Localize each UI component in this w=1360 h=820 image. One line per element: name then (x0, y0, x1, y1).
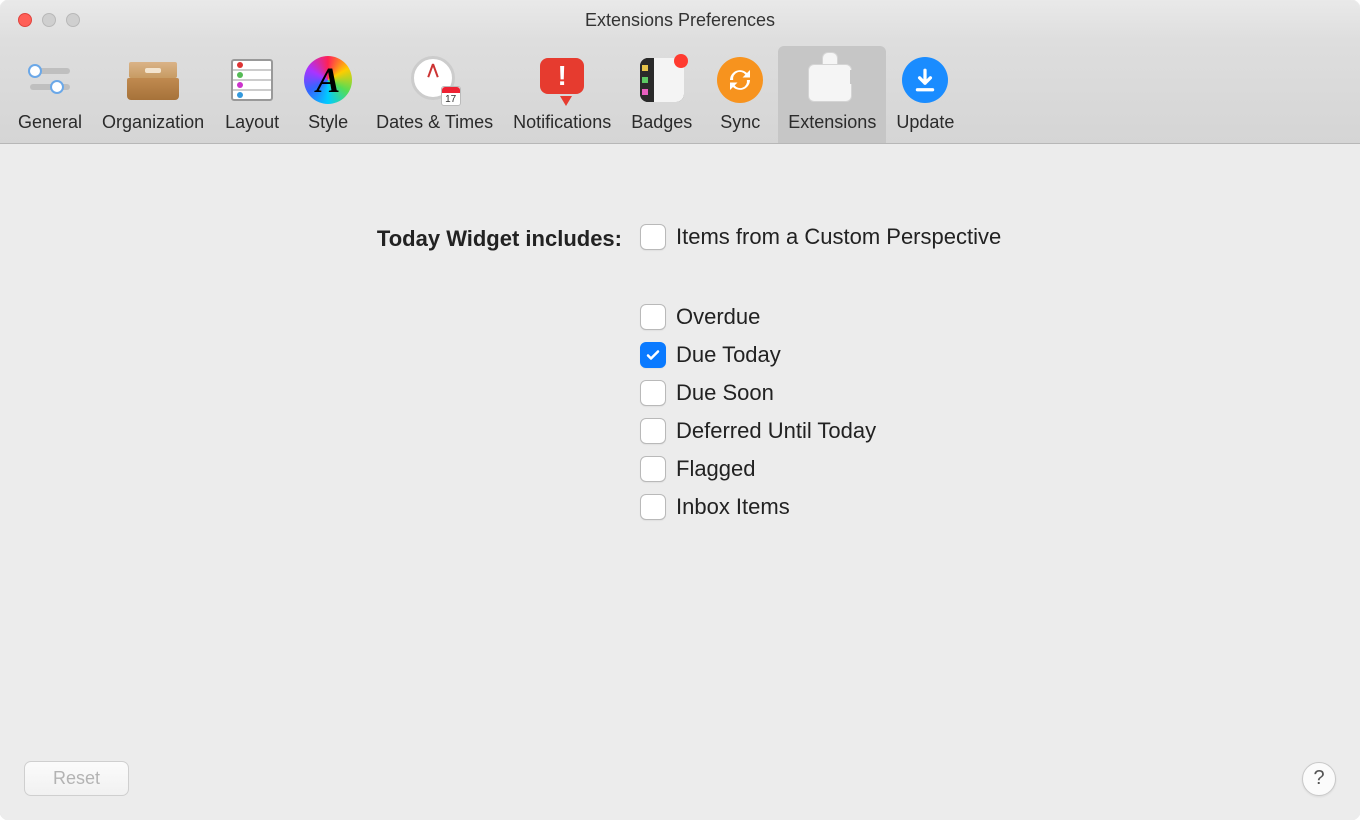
puzzle-piece-icon (804, 52, 860, 108)
option-overdue[interactable]: Overdue (640, 304, 1001, 330)
option-due-today[interactable]: Due Today (640, 342, 1001, 368)
checkbox-overdue[interactable] (640, 304, 666, 330)
preferences-toolbar: General Organization Layout A S (0, 40, 1360, 144)
tab-label: Notifications (513, 112, 611, 133)
tab-label: Layout (225, 112, 279, 133)
tab-label: Update (896, 112, 954, 133)
tab-sync[interactable]: Sync (702, 46, 778, 143)
cal-day: 17 (442, 93, 460, 105)
tab-organization[interactable]: Organization (92, 46, 214, 143)
option-label: Inbox Items (676, 494, 790, 520)
tab-label: Extensions (788, 112, 876, 133)
tab-layout[interactable]: Layout (214, 46, 290, 143)
checkbox-due-today[interactable] (640, 342, 666, 368)
alert-bubble-icon: ! (534, 52, 590, 108)
checkbox-deferred-until-today[interactable] (640, 418, 666, 444)
option-label: Due Today (676, 342, 781, 368)
preferences-window: Extensions Preferences General Organizat… (0, 0, 1360, 820)
tab-label: Organization (102, 112, 204, 133)
tab-label: Style (308, 112, 348, 133)
option-due-soon[interactable]: Due Soon (640, 380, 1001, 406)
option-label: Flagged (676, 456, 756, 482)
tab-label: Dates & Times (376, 112, 493, 133)
today-widget-label: Today Widget includes: (40, 224, 640, 520)
reset-button[interactable]: Reset (24, 761, 129, 796)
checkbox-due-soon[interactable] (640, 380, 666, 406)
titlebar: Extensions Preferences (0, 0, 1360, 40)
option-label: Overdue (676, 304, 760, 330)
checkbox-inbox-items[interactable] (640, 494, 666, 520)
tab-extensions[interactable]: Extensions (778, 46, 886, 143)
tab-label: Badges (631, 112, 692, 133)
tab-notifications[interactable]: ! Notifications (503, 46, 621, 143)
option-label: Deferred Until Today (676, 418, 876, 444)
badges-icon (634, 52, 690, 108)
tab-update[interactable]: Update (886, 46, 964, 143)
option-deferred-until-today[interactable]: Deferred Until Today (640, 418, 1001, 444)
layout-icon (224, 52, 280, 108)
tab-dates-times[interactable]: 17 Dates & Times (366, 46, 503, 143)
option-label: Items from a Custom Perspective (676, 224, 1001, 250)
tab-label: Sync (720, 112, 760, 133)
help-button[interactable]: ? (1302, 762, 1336, 796)
option-custom-perspective[interactable]: Items from a Custom Perspective (640, 224, 1001, 250)
option-flagged[interactable]: Flagged (640, 456, 1001, 482)
tab-style[interactable]: A Style (290, 46, 366, 143)
option-label: Due Soon (676, 380, 774, 406)
style-icon: A (300, 52, 356, 108)
tab-general[interactable]: General (8, 46, 92, 143)
checkbox-custom-perspective[interactable] (640, 224, 666, 250)
clock-calendar-icon: 17 (407, 52, 463, 108)
window-title: Extensions Preferences (0, 10, 1360, 31)
today-widget-options: Items from a Custom Perspective Overdue … (640, 224, 1001, 520)
download-arrow-icon (897, 52, 953, 108)
drawer-icon (125, 52, 181, 108)
option-inbox-items[interactable]: Inbox Items (640, 494, 1001, 520)
footer: Reset ? (0, 743, 1360, 820)
tab-label: General (18, 112, 82, 133)
tab-badges[interactable]: Badges (621, 46, 702, 143)
content-area: Today Widget includes: Items from a Cust… (0, 144, 1360, 560)
sync-icon (712, 52, 768, 108)
checkbox-flagged[interactable] (640, 456, 666, 482)
sliders-icon (22, 52, 78, 108)
